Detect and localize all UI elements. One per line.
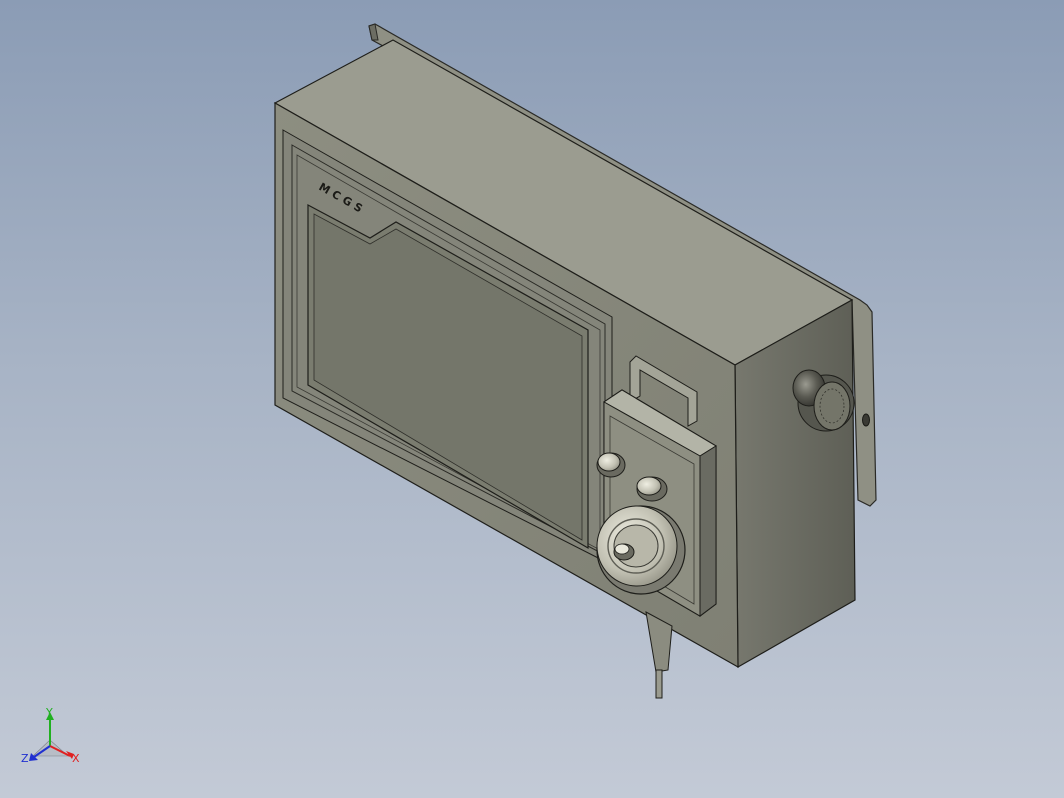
pendant-cable <box>645 611 673 699</box>
flange-hole <box>862 413 870 427</box>
coordinate-triad: Y X Z <box>21 706 80 765</box>
x-axis-label: X <box>72 752 80 765</box>
cad-model-canvas[interactable]: MCGS Y X Z <box>0 0 1064 798</box>
axis-select-knob[interactable] <box>596 452 626 478</box>
enclosure-right-side <box>734 298 856 669</box>
z-axis-label: Z <box>21 752 29 765</box>
cad-viewport[interactable]: MCGS Y X Z <box>0 0 1064 798</box>
step-select-knob[interactable] <box>636 476 668 502</box>
manual-pulse-handwheel[interactable] <box>596 505 686 595</box>
y-axis-label: Y <box>45 706 53 719</box>
